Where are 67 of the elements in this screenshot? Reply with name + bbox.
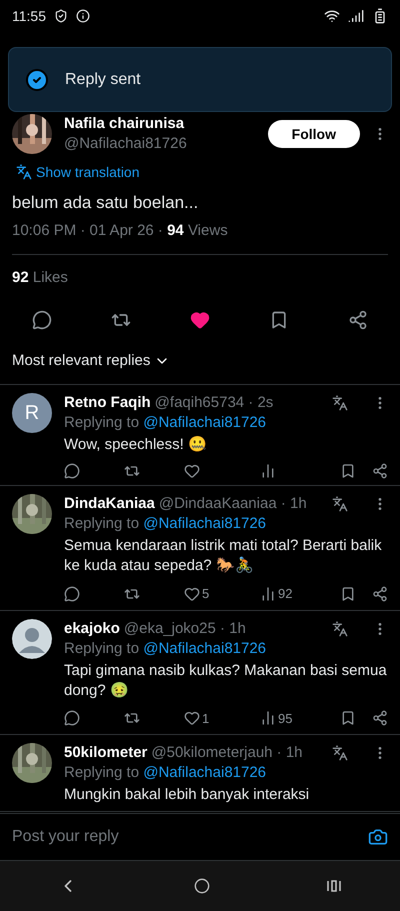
camera-icon[interactable] (368, 827, 388, 847)
reply-text: Mungkin bakal lebih banyak interaksi (64, 785, 310, 805)
reply-icon[interactable] (64, 710, 80, 726)
like-icon[interactable] (184, 463, 200, 479)
user-name[interactable]: Retno Faqih (64, 393, 151, 413)
user-name[interactable]: 50kilometer (64, 743, 148, 763)
reply-field[interactable]: Post your reply (12, 825, 368, 849)
sort-dropdown[interactable]: Most relevant replies (12, 350, 150, 372)
status-time: 11:55 (12, 7, 46, 26)
translate-icon[interactable] (332, 496, 348, 512)
follow-button[interactable]: Follow (268, 120, 360, 148)
wifi-icon (324, 8, 340, 24)
translate-icon[interactable] (332, 745, 348, 761)
share-icon[interactable] (348, 310, 368, 330)
user-handle: @50kilometerjauh · 1h (151, 743, 303, 763)
share-icon[interactable] (372, 710, 388, 726)
author-name[interactable]: Nafila chairunisa (64, 114, 256, 134)
like-icon[interactable] (190, 310, 210, 330)
views-count: 92 (278, 585, 292, 603)
recents-icon[interactable] (326, 878, 342, 894)
check-icon (25, 68, 49, 92)
translate-icon[interactable] (332, 620, 348, 636)
share-icon[interactable] (372, 463, 388, 479)
views-icon[interactable] (260, 586, 276, 602)
toast-text: Reply sent (65, 70, 141, 90)
user-handle: @faqih65734 · 2s (154, 393, 274, 413)
post-meta: 10:06 PM · 01 Apr 26 · 94 Views (11, 220, 229, 240)
bookmark-icon[interactable] (340, 463, 356, 479)
reply-text: Tapi gimana nasib kulkas? Makanan basi semua dong? 🤢 (64, 660, 388, 700)
user-name[interactable]: DindaKaniaa (64, 494, 155, 514)
user-handle: @DindaaKaaniaa · 1h (158, 494, 307, 514)
info-icon (76, 9, 90, 23)
mention-link[interactable]: @Nafilachai81726 (143, 414, 266, 431)
like-count: 1 (202, 710, 210, 728)
reply-icon[interactable] (64, 463, 80, 479)
replying-to-text: Replying to @Nafilachai81726 (64, 514, 268, 534)
reply-icon[interactable] (64, 586, 80, 602)
views-count: 95 (278, 710, 292, 728)
author-handle: @Nafilachai81726 (64, 134, 188, 154)
replying-to-text: Replying to @Nafilachai81726 (64, 638, 268, 658)
translate-icon (16, 164, 32, 180)
likes-count[interactable]: 92 Likes (0, 267, 400, 290)
bookmark-icon[interactable] (340, 710, 356, 726)
mention-link[interactable]: @Nafilachai81726 (143, 515, 266, 532)
like-icon[interactable] (184, 586, 200, 602)
signal-icon (348, 8, 364, 24)
mention-link[interactable]: @Nafilachai81726 (143, 640, 266, 656)
like-icon[interactable] (184, 710, 200, 726)
reply-text: Wow, speechless! 🤐 (64, 435, 208, 455)
like-count: 5 (202, 585, 210, 603)
reply-icon[interactable] (32, 310, 52, 330)
mention-link[interactable]: @Nafilachai81726 (143, 764, 266, 781)
views-icon[interactable] (260, 463, 276, 479)
avatar-icon[interactable] (12, 618, 52, 658)
user-name[interactable]: ekajoko (64, 618, 120, 638)
bookmark-icon[interactable] (340, 586, 356, 602)
post-text: belum ada satu boelan... (11, 192, 200, 214)
show-translation-link[interactable]: Show translation (36, 162, 140, 182)
translate-icon[interactable] (332, 395, 348, 411)
views-icon[interactable] (260, 710, 276, 726)
user-handle: @eka_joko25 · 1h (124, 618, 246, 638)
share-icon[interactable] (372, 586, 388, 602)
reply-text: Semua kendaraan listrik mati total? Berarti balik ke kuda atau sepeda? 🐎🚴 (64, 536, 383, 576)
home-icon[interactable] (194, 878, 210, 894)
replying-to-text: Replying to @Nafilachai81726 (64, 413, 268, 433)
shield-icon (54, 9, 68, 23)
replying-to-text: Replying to @Nafilachai81726 (64, 763, 268, 783)
